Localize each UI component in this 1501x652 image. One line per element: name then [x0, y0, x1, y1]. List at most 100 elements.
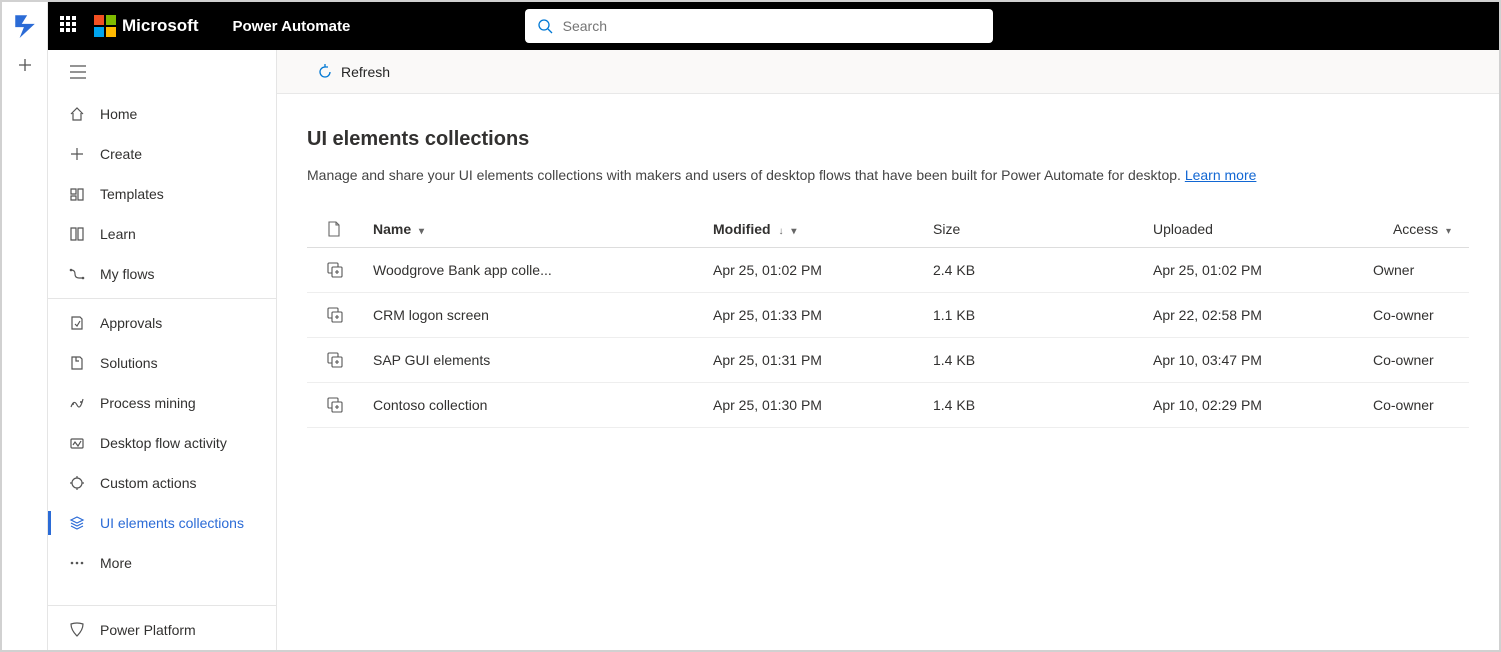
refresh-label: Refresh: [341, 64, 390, 80]
cell-access: Owner: [1365, 248, 1469, 293]
flow-icon: [68, 266, 86, 282]
cell-uploaded: Apr 10, 02:29 PM: [1145, 383, 1365, 428]
table-row[interactable]: Woodgrove Bank app colle...Apr 25, 01:02…: [307, 248, 1469, 293]
process-icon: [68, 395, 86, 411]
cell-size: 2.4 KB: [925, 248, 1145, 293]
sort-desc-icon: ↓: [778, 226, 783, 237]
search-icon: [537, 18, 553, 34]
col-header-name[interactable]: Name ▾: [365, 211, 705, 248]
hamburger-button[interactable]: [48, 50, 276, 94]
templates-icon: [68, 186, 86, 202]
cell-size: 1.4 KB: [925, 383, 1145, 428]
cell-size: 1.1 KB: [925, 293, 1145, 338]
cell-uploaded: Apr 10, 03:47 PM: [1145, 338, 1365, 383]
microsoft-icon: [94, 15, 116, 37]
cell-uploaded: Apr 22, 02:58 PM: [1145, 293, 1365, 338]
sidebar-item-label: Process mining: [100, 395, 196, 411]
sidebar-item-label: Home: [100, 106, 137, 122]
search-input[interactable]: [563, 18, 981, 34]
sidebar-item-approvals[interactable]: Approvals: [48, 303, 276, 343]
sidebar-item-custom-actions[interactable]: Custom actions: [48, 463, 276, 503]
cell-modified: Apr 25, 01:33 PM: [705, 293, 925, 338]
sidebar-item-label: Power Platform: [100, 622, 196, 638]
col-header-icon[interactable]: [307, 211, 365, 248]
cell-name: SAP GUI elements: [365, 338, 705, 383]
sidebar-item-label: Templates: [100, 186, 164, 202]
cell-access: Co-owner: [1365, 293, 1469, 338]
page-description: Manage and share your UI elements collec…: [307, 167, 1469, 183]
custom-icon: [68, 475, 86, 491]
col-header-size[interactable]: Size: [925, 211, 1145, 248]
sidebar-item-power-platform[interactable]: Power Platform: [48, 610, 276, 650]
sidebar-item-my-flows[interactable]: My flows: [48, 254, 276, 294]
col-header-uploaded[interactable]: Uploaded: [1145, 211, 1365, 248]
sidebar-item-label: Create: [100, 146, 142, 162]
table-row[interactable]: CRM logon screenApr 25, 01:33 PM1.1 KBAp…: [307, 293, 1469, 338]
sidebar-item-label: Learn: [100, 226, 136, 242]
chevron-down-icon: ▾: [419, 226, 424, 237]
sidebar-item-learn[interactable]: Learn: [48, 214, 276, 254]
cell-modified: Apr 25, 01:02 PM: [705, 248, 925, 293]
activity-icon: [68, 435, 86, 451]
cell-name: Woodgrove Bank app colle...: [365, 248, 705, 293]
app-rail: [2, 2, 48, 650]
collection-icon: [327, 397, 357, 413]
home-icon: [68, 106, 86, 122]
sidebar-item-label: More: [100, 555, 132, 571]
col-header-modified[interactable]: Modified ↓ ▾: [705, 211, 925, 248]
sidebar-item-more[interactable]: More: [48, 543, 276, 583]
sidebar-item-desktop-flow-activity[interactable]: Desktop flow activity: [48, 423, 276, 463]
command-bar: Refresh: [277, 50, 1499, 94]
power-automate-logo-icon[interactable]: [10, 10, 40, 40]
sidebar-item-home[interactable]: Home: [48, 94, 276, 134]
add-app-button[interactable]: [14, 54, 36, 76]
table-row[interactable]: SAP GUI elementsApr 25, 01:31 PM1.4 KBAp…: [307, 338, 1469, 383]
solutions-icon: [68, 355, 86, 371]
approval-icon: [68, 315, 86, 331]
collection-icon: [327, 352, 357, 368]
platform-icon: [68, 622, 86, 638]
refresh-icon: [317, 64, 333, 80]
sidebar-item-label: Desktop flow activity: [100, 435, 227, 451]
sidebar-item-process-mining[interactable]: Process mining: [48, 383, 276, 423]
refresh-button[interactable]: Refresh: [317, 64, 390, 80]
sidebar: Home Create Templates Learn My flows Approva…: [48, 50, 277, 650]
collections-table: Name ▾ Modified ↓ ▾ Size: [307, 211, 1469, 428]
sidebar-item-label: Custom actions: [100, 475, 196, 491]
chevron-down-icon: ▾: [1446, 226, 1451, 237]
book-icon: [68, 226, 86, 242]
sidebar-item-label: Approvals: [100, 315, 162, 331]
cell-modified: Apr 25, 01:31 PM: [705, 338, 925, 383]
cell-modified: Apr 25, 01:30 PM: [705, 383, 925, 428]
layers-icon: [68, 515, 86, 531]
sidebar-item-templates[interactable]: Templates: [48, 174, 276, 214]
collection-icon: [327, 307, 357, 323]
learn-more-link[interactable]: Learn more: [1185, 167, 1257, 183]
more-icon: [68, 555, 86, 571]
global-search[interactable]: [525, 9, 993, 43]
top-bar: Microsoft Power Automate: [48, 2, 1499, 50]
sidebar-item-create[interactable]: Create: [48, 134, 276, 174]
col-header-access[interactable]: Access ▾: [1365, 211, 1469, 248]
file-icon: [327, 221, 357, 237]
chevron-down-icon: ▾: [791, 226, 796, 237]
sidebar-item-ui-elements-collections[interactable]: UI elements collections: [48, 503, 276, 543]
sidebar-item-solutions[interactable]: Solutions: [48, 343, 276, 383]
product-name: Power Automate: [233, 18, 351, 35]
app-launcher-icon[interactable]: [60, 16, 80, 36]
sidebar-item-label: UI elements collections: [100, 515, 244, 531]
table-row[interactable]: Contoso collectionApr 25, 01:30 PM1.4 KB…: [307, 383, 1469, 428]
sidebar-item-label: Solutions: [100, 355, 158, 371]
cell-size: 1.4 KB: [925, 338, 1145, 383]
cell-name: Contoso collection: [365, 383, 705, 428]
cell-uploaded: Apr 25, 01:02 PM: [1145, 248, 1365, 293]
microsoft-word: Microsoft: [122, 16, 199, 36]
plus-icon: [68, 146, 86, 162]
page-title: UI elements collections: [307, 128, 1469, 151]
nav-divider: [48, 605, 276, 606]
sidebar-item-label: My flows: [100, 266, 154, 282]
nav-divider: [48, 298, 276, 299]
collection-icon: [327, 262, 357, 278]
microsoft-logo: Microsoft: [94, 15, 199, 37]
cell-name: CRM logon screen: [365, 293, 705, 338]
